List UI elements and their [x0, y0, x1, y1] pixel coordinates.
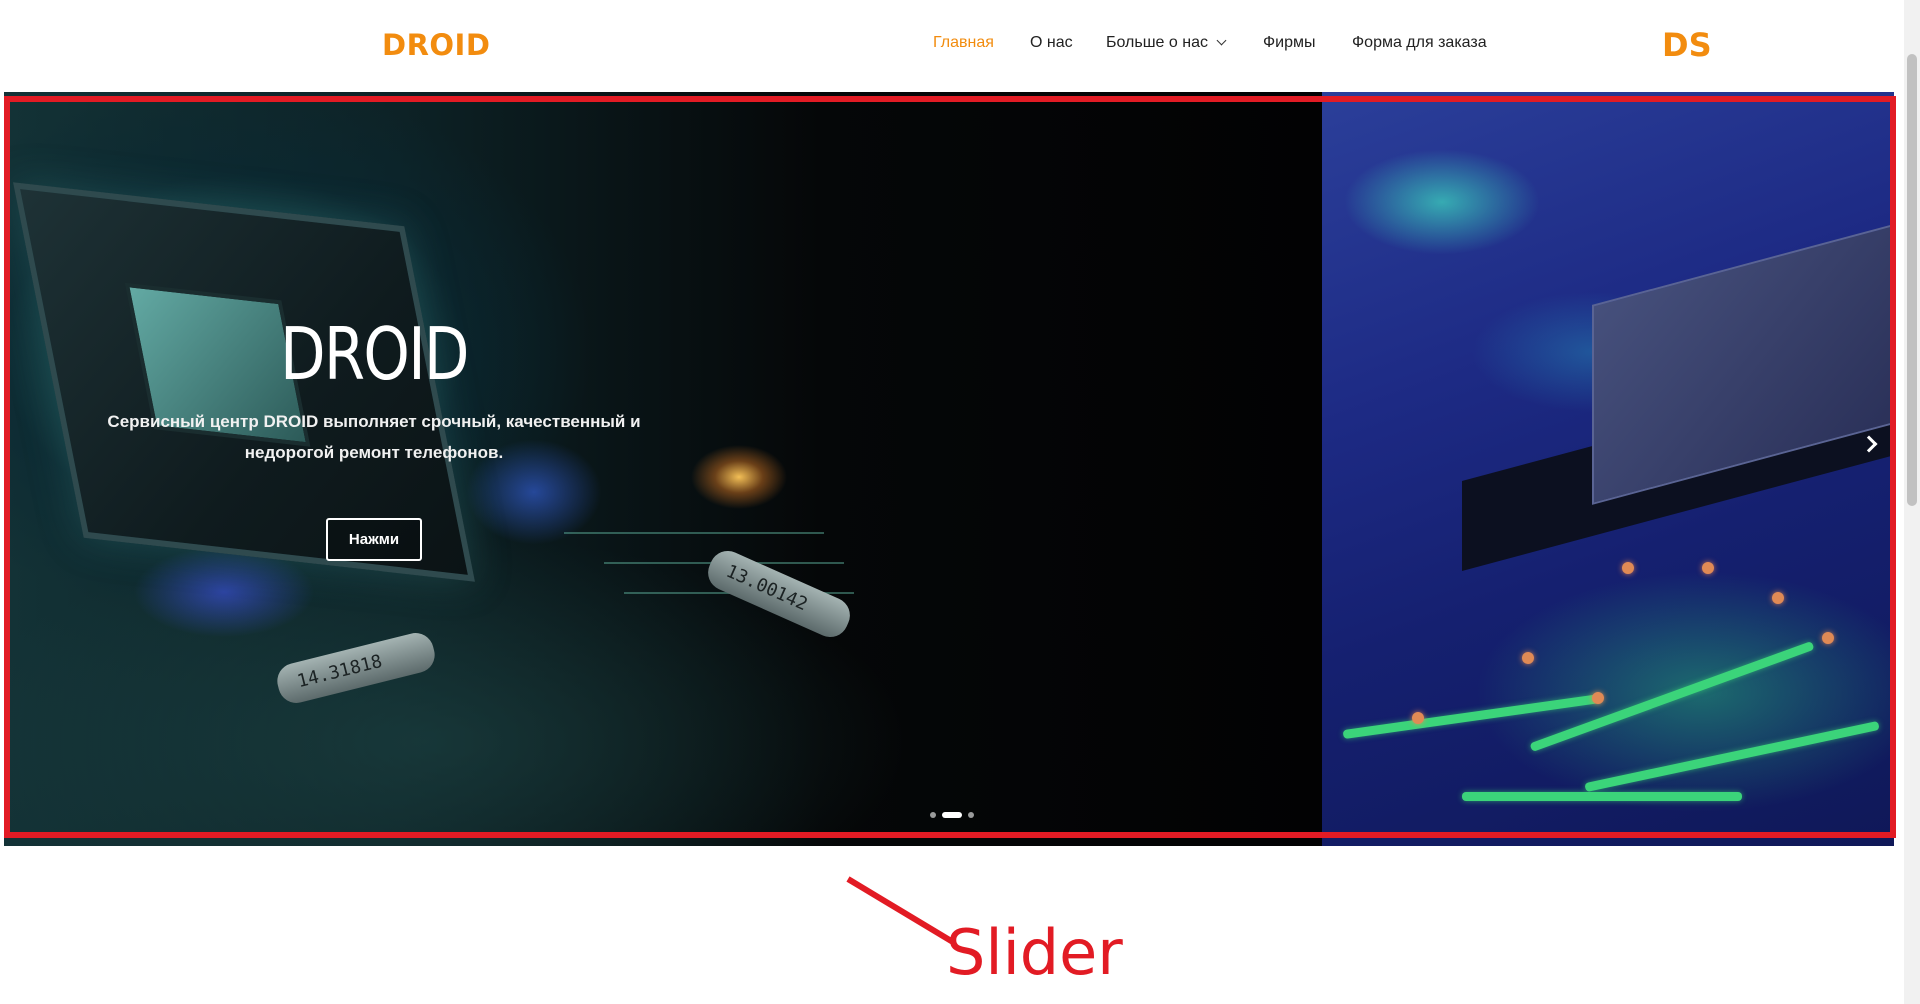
- brand-mark[interactable]: DS: [1662, 26, 1712, 64]
- pcb-pad: [1592, 692, 1604, 704]
- pcb-trace: [1462, 792, 1742, 801]
- pcb-pad: [1622, 562, 1634, 574]
- pcb-trace: [1529, 640, 1815, 753]
- slider-dot[interactable]: [930, 812, 936, 818]
- nav-item-about[interactable]: О нас: [1030, 34, 1073, 52]
- nav-item-order-form[interactable]: Форма для заказа: [1352, 34, 1487, 52]
- slide-description: Сервисный центр DROID выполняет срочный,…: [107, 412, 641, 462]
- slider-dot[interactable]: [968, 812, 974, 818]
- hero-slider: 14.31818 13.00142 DROID Сервисный центр …: [4, 92, 1894, 846]
- capacitor-label-right: 13.00142: [722, 560, 811, 616]
- page-scrollbar[interactable]: [1904, 0, 1920, 1004]
- site-logo[interactable]: DROID: [382, 28, 490, 62]
- pcb-pad: [1822, 632, 1834, 644]
- pcb-trace: [1584, 720, 1880, 793]
- pcb-pad: [1412, 712, 1424, 724]
- pcb-pad: [1522, 652, 1534, 664]
- slide-background-pcb: [1322, 92, 1894, 846]
- pcb-pad: [1772, 592, 1784, 604]
- annotation-pointer: [846, 876, 955, 945]
- chevron-down-icon: [1216, 35, 1227, 46]
- capacitor-label-left: 14.31818: [295, 650, 385, 693]
- site-header: DROID Главная О нас Больше о нас Фирмы Ф…: [0, 0, 1920, 92]
- capacitor-right: 13.00142: [702, 545, 856, 643]
- chevron-right-icon[interactable]: [1858, 430, 1886, 458]
- pcb-pad: [1702, 562, 1714, 574]
- slide-cta-button[interactable]: Нажми: [326, 518, 422, 561]
- capacitor-left: 14.31818: [273, 629, 439, 707]
- nav-item-home[interactable]: Главная: [933, 34, 994, 52]
- annotation-label: Slider: [946, 916, 1123, 989]
- nav-item-firms[interactable]: Фирмы: [1263, 34, 1316, 52]
- slide-title: DROID: [280, 312, 469, 396]
- nav-item-more-about[interactable]: Больше о нас: [1106, 34, 1227, 52]
- slider-dot-active[interactable]: [942, 812, 962, 818]
- nav-item-more-about-label: Больше о нас: [1106, 34, 1208, 51]
- slide-caption: DROID Сервисный центр DROID выполняет ср…: [84, 312, 664, 561]
- scrollbar-thumb[interactable]: [1907, 54, 1917, 506]
